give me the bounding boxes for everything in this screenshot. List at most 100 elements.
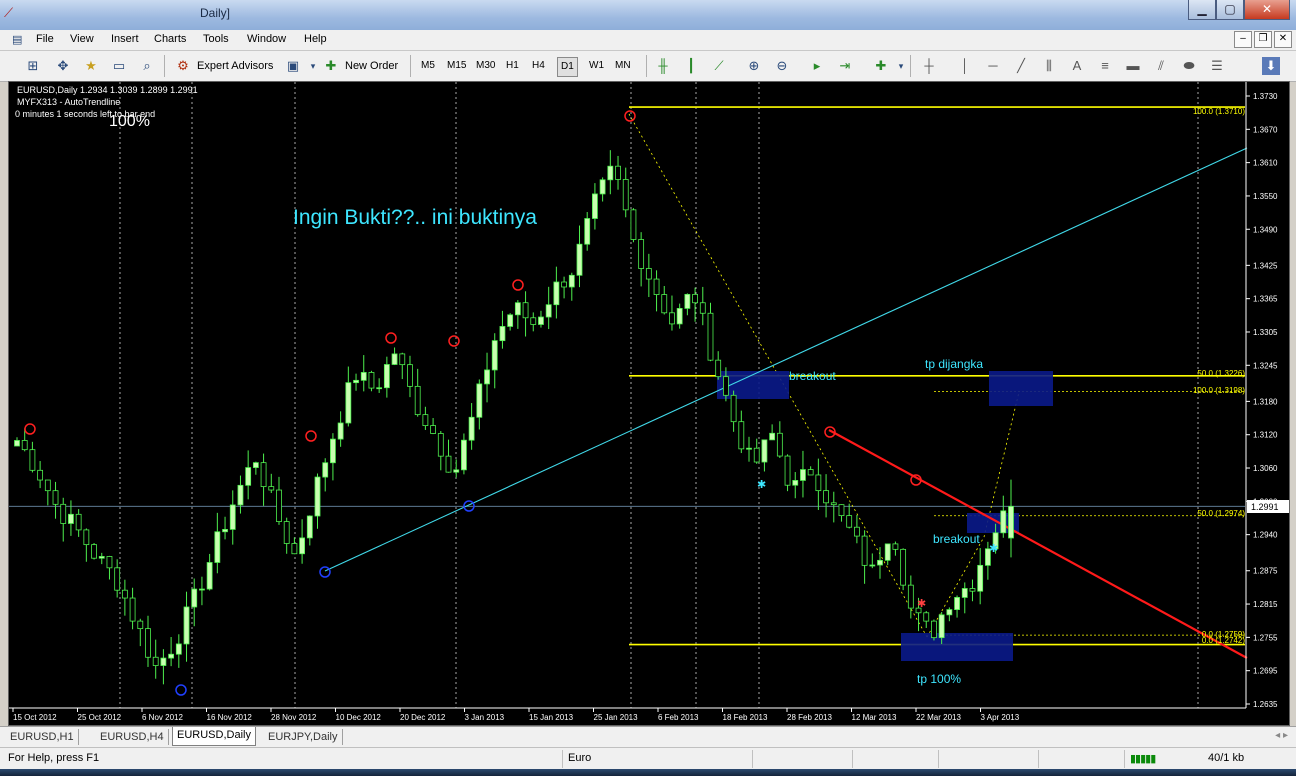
chart-shift-icon[interactable]: ⇥: [836, 57, 854, 75]
candle-body: [684, 293, 691, 309]
ellipse-icon[interactable]: ⬬: [1180, 57, 1198, 75]
target-zone: [901, 633, 1013, 661]
trendline-icon[interactable]: ╱: [1012, 57, 1030, 75]
timeframe-mn[interactable]: MN: [615, 57, 631, 75]
candle-body: [599, 179, 606, 195]
time-tick-label: 28 Feb 2013: [787, 713, 832, 722]
candle-body: [784, 455, 791, 486]
tab-eurusd-daily[interactable]: EURUSD,Daily: [172, 727, 256, 746]
rectangle-icon[interactable]: ▬: [1124, 57, 1142, 75]
candle-body: [137, 620, 144, 630]
tester-icon[interactable]: ⌕: [138, 57, 156, 75]
indicators-icon[interactable]: ✚: [872, 57, 890, 75]
candle-body: [838, 504, 845, 517]
auto-scroll-icon[interactable]: ▸: [808, 57, 826, 75]
timeframe-h4[interactable]: H4: [532, 57, 545, 75]
price-tick-label: 1.2755: [1253, 633, 1278, 642]
equidistant-channel-icon[interactable]: ⫼: [1040, 57, 1058, 75]
time-axis: 15 Oct 2012 25 Oct 2012 6 Nov 2012 16 Nov 2…: [9, 707, 1246, 722]
candle-body: [337, 422, 344, 440]
horizontal-line-icon[interactable]: ─: [984, 57, 1002, 75]
candle-body: [538, 316, 544, 325]
new-order-icon[interactable]: ✚: [322, 57, 340, 75]
text-tool-icon[interactable]: A: [1068, 57, 1086, 75]
candle-body: [954, 597, 960, 610]
menu-insert[interactable]: Insert: [111, 33, 139, 45]
expert-advisors-icon[interactable]: ⚙: [174, 57, 192, 75]
menu-tools[interactable]: Tools: [203, 33, 229, 45]
candle-body: [399, 353, 406, 366]
candle-body: [44, 479, 51, 492]
candle-body: [168, 653, 175, 659]
menu-help[interactable]: Help: [304, 33, 327, 45]
favorites-icon[interactable]: ★: [82, 57, 100, 75]
expert-advisors-button[interactable]: Expert Advisors: [197, 57, 273, 75]
chart-window[interactable]: ✱ ✱ ✱ 1.3730 1.3670 1.3610 1.3550 1.3490 1.3425…: [8, 81, 1290, 726]
chart-window-icon[interactable]: ▣: [284, 57, 302, 75]
zoom-in-icon[interactable]: ⊕: [745, 57, 763, 75]
timeframe-m15[interactable]: M15: [447, 57, 466, 75]
price-tick-label: 1.3365: [1253, 295, 1278, 304]
price-chart[interactable]: ✱ ✱ ✱ 1.3730 1.3670 1.3610 1.3550 1.3490 1.3425…: [9, 82, 1289, 725]
close-button[interactable]: ✕: [1244, 0, 1290, 20]
indicators-dropdown-icon[interactable]: ▾: [892, 57, 910, 75]
minimize-button[interactable]: ▁: [1188, 0, 1216, 20]
channel-icon[interactable]: ⫽: [1152, 57, 1170, 75]
maximize-button[interactable]: ▢: [1216, 0, 1244, 20]
arrows-icon[interactable]: ☰: [1208, 57, 1226, 75]
candle-body: [376, 387, 383, 390]
candle-body: [815, 474, 822, 492]
timeframe-m5[interactable]: M5: [421, 57, 435, 75]
red-trendline: [828, 429, 1248, 659]
timeframe-m30[interactable]: M30: [476, 57, 495, 75]
mdi-minimize-button[interactable]: –: [1234, 31, 1252, 48]
candle-body: [268, 486, 275, 491]
vertical-line-icon[interactable]: │: [956, 57, 974, 75]
navigator-toggle-icon[interactable]: ⬇: [1262, 57, 1280, 75]
candle-body: [514, 302, 521, 316]
document-icon[interactable]: ▤: [12, 33, 22, 46]
mdi-restore-button[interactable]: ❐: [1254, 31, 1272, 48]
candle-body: [37, 469, 44, 481]
timeframe-h1[interactable]: H1: [506, 57, 519, 75]
new-order-button[interactable]: New Order: [345, 57, 398, 75]
tab-scroll-arrows-icon[interactable]: ◂ ▸: [1275, 730, 1288, 741]
timeframe-w1[interactable]: W1: [589, 57, 604, 75]
menu-file[interactable]: File: [36, 33, 54, 45]
zoom-out-icon[interactable]: ⊖: [773, 57, 791, 75]
candle-body: [676, 308, 683, 325]
timeframe-d1[interactable]: D1: [557, 57, 578, 77]
crosshair-icon[interactable]: ┼: [920, 57, 938, 75]
status-help: For Help, press F1: [8, 752, 100, 764]
candle-body: [229, 504, 236, 530]
candle-body: [422, 414, 429, 426]
candle-body: [160, 657, 167, 666]
new-chart-icon[interactable]: ⊞: [24, 57, 42, 75]
price-axis: 1.3730 1.3670 1.3610 1.3550 1.3490 1.3425 1.33…: [1245, 82, 1278, 709]
candle-body: [322, 462, 329, 478]
candlestick-icon[interactable]: ┃: [682, 57, 700, 75]
line-chart-icon[interactable]: ⟋: [710, 57, 728, 75]
menu-window[interactable]: Window: [247, 33, 286, 45]
fibonacci-icon[interactable]: ≡: [1096, 57, 1114, 75]
navigator-icon[interactable]: ▭: [110, 57, 128, 75]
candle-body: [530, 317, 537, 325]
tab-eurusd-h4[interactable]: EURUSD,H4: [96, 729, 169, 745]
toolbar-separator: [410, 55, 411, 77]
chart-zoom-label: 100%: [109, 113, 150, 130]
menu-view[interactable]: View: [70, 33, 94, 45]
time-tick-label: 15 Jan 2013: [529, 713, 574, 722]
swing-low-marker: [319, 566, 331, 578]
candle-body: [476, 383, 483, 418]
candle-body: [1000, 510, 1007, 534]
tab-eurjpy-daily[interactable]: EURJPY,Daily: [264, 729, 343, 745]
dropdown-arrow-icon[interactable]: ▾: [304, 57, 322, 75]
crosshair-profile-icon[interactable]: ✥: [54, 57, 72, 75]
mdi-close-button[interactable]: ✕: [1274, 31, 1292, 48]
tab-eurusd-h1[interactable]: EURUSD,H1: [6, 729, 79, 745]
swing-high-marker: [512, 279, 524, 291]
menu-charts[interactable]: Charts: [154, 33, 186, 45]
chart-headline: Ingin Bukti??.. ini buktinya: [293, 206, 537, 229]
bar-chart-icon[interactable]: ╫: [654, 57, 672, 75]
time-tick-label: 25 Jan 2013: [594, 713, 639, 722]
